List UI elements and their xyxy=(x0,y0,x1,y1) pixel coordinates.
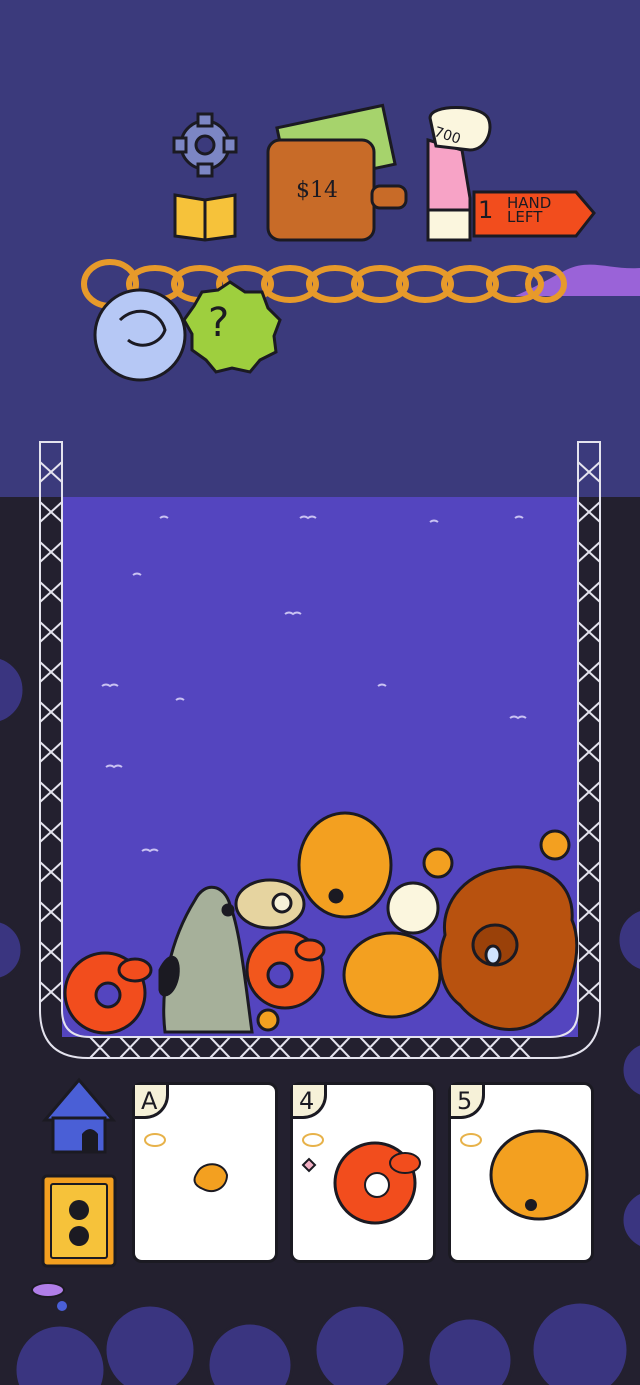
dog-house-icon[interactable] xyxy=(41,1077,117,1154)
rulebook-icon[interactable] xyxy=(173,193,237,242)
hand-card-3[interactable]: 5 xyxy=(448,1082,594,1263)
card-deck[interactable] xyxy=(41,1174,117,1268)
pug-dog xyxy=(234,878,306,930)
mystery-charm-symbol: ? xyxy=(208,300,230,346)
white-fluffy-dog xyxy=(386,881,440,935)
brown-fluffy-dog xyxy=(438,865,579,1031)
small-chihuahua-icon xyxy=(144,1133,229,1193)
hands-left-count: 1 xyxy=(478,196,494,224)
hand-card-2[interactable]: 4 xyxy=(290,1082,436,1263)
settings-gear-icon[interactable] xyxy=(172,112,238,178)
orange-donut-dog xyxy=(245,930,326,1010)
yellow-chubby-dog-icon xyxy=(460,1129,589,1221)
hands-left-label: HAND LEFT xyxy=(507,194,552,226)
hand-card-1[interactable]: A xyxy=(132,1082,278,1263)
yellow-chubby-dog-2 xyxy=(342,931,442,1019)
food-bowl-icon xyxy=(31,1282,67,1311)
orange-donut-dog-icon xyxy=(301,1133,421,1225)
wallet-icon xyxy=(266,103,408,242)
dog-charm[interactable] xyxy=(93,288,187,382)
yellow-chubby-dog xyxy=(297,811,393,919)
money-label: $14 xyxy=(296,178,338,203)
